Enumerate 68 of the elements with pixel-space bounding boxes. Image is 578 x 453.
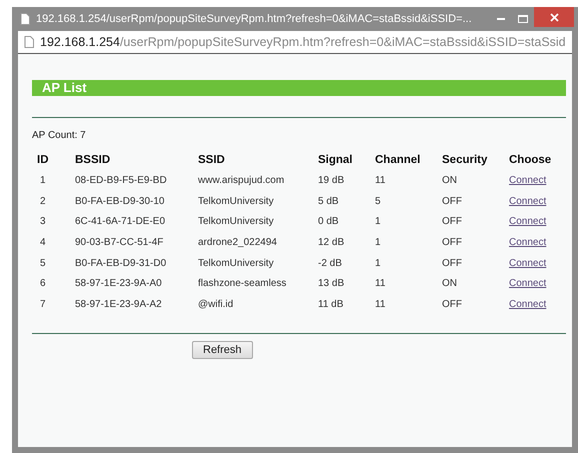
column-header: SSID xyxy=(198,154,225,166)
column-header: Channel xyxy=(375,154,420,166)
table-cell: -2 dB xyxy=(318,258,342,269)
table-cell: 1 xyxy=(375,258,381,269)
table-cell: 19 dB xyxy=(318,174,344,186)
address-bar[interactable]: 192.168.1.254/userRpm/popupSiteSurveyRpm.htm?refresh=0&iMAC=staBssid&iSSID=staSsid xyxy=(18,31,572,54)
table-cell: 58-97-1E-23-9A-A0 xyxy=(75,278,162,290)
table-cell: B0-FA-EB-D9-30-10 xyxy=(75,196,164,207)
table-cell: 13 dB xyxy=(318,278,344,290)
table-cell: OFF xyxy=(442,298,462,310)
table-cell: TelkomUniversity xyxy=(198,216,274,228)
connect-link[interactable]: Connect xyxy=(509,216,546,228)
table-cell: ON xyxy=(442,174,457,186)
table-cell: 1 xyxy=(375,236,381,248)
table-cell: 90-03-B7-CC-51-4F xyxy=(75,236,164,248)
connect-link[interactable]: Connect xyxy=(509,298,546,310)
close-icon xyxy=(550,12,558,22)
connect-link[interactable]: Connect xyxy=(509,278,546,290)
connect-link[interactable]: Connect xyxy=(509,174,546,186)
table-cell: 7 xyxy=(40,298,46,310)
table-cell: 3 xyxy=(40,216,46,228)
page-icon xyxy=(20,13,30,25)
column-header: Security xyxy=(442,154,488,166)
table-cell: 11 dB xyxy=(318,298,344,310)
close-button[interactable] xyxy=(534,7,574,27)
table-cell: 1 xyxy=(375,216,381,228)
table-cell: 11 xyxy=(375,174,386,186)
table-cell: 11 xyxy=(375,298,386,310)
ap-count: AP Count: 7 xyxy=(32,129,86,143)
table-cell: 4 xyxy=(40,236,46,248)
window-title: 192.168.1.254/userRpm/popupSiteSurveyRpm.htm?refresh=0&iMAC=staBssid&iSSID=... xyxy=(36,12,472,27)
column-header: Signal xyxy=(318,154,353,166)
table-cell: 5 xyxy=(40,258,46,269)
table-cell: ON xyxy=(442,278,457,290)
refresh-button[interactable]: Refresh xyxy=(192,340,253,359)
connect-link[interactable]: Connect xyxy=(509,196,546,207)
column-header: Choose xyxy=(509,154,552,166)
connect-link[interactable]: Connect xyxy=(509,258,546,269)
minimize-icon xyxy=(497,18,505,20)
table-cell: OFF xyxy=(442,216,462,228)
table-cell: 5 dB xyxy=(318,196,339,207)
table-cell: B0-FA-EB-D9-31-D0 xyxy=(75,258,166,269)
page-icon xyxy=(24,36,34,48)
table-cell: flashzone-seamless xyxy=(198,278,286,290)
table-cell: TelkomUniversity xyxy=(198,196,274,207)
table-cell: 2 xyxy=(40,196,46,207)
table-cell: 1 xyxy=(40,174,46,186)
table-cell: ardrone2_022494 xyxy=(198,236,277,248)
table-cell: www.arispujud.com xyxy=(198,174,284,186)
maximize-icon xyxy=(518,15,528,23)
table-cell: OFF xyxy=(442,236,462,248)
connect-link[interactable]: Connect xyxy=(509,236,546,248)
table-cell: TelkomUniversity xyxy=(198,258,274,269)
column-header: BSSID xyxy=(75,154,110,166)
table-cell: 11 xyxy=(375,278,386,290)
table-cell: 0 dB xyxy=(318,216,339,228)
table-cell: 12 dB xyxy=(318,236,344,248)
table-cell: OFF xyxy=(442,258,462,269)
table-cell: @wifi.id xyxy=(198,298,234,310)
table-cell: 58-97-1E-23-9A-A2 xyxy=(75,298,162,310)
address-text: 192.168.1.254/userRpm/popupSiteSurveyRpm.htm?refresh=0&iMAC=staBssid&iSSID=staSsid xyxy=(40,34,566,51)
column-header: ID xyxy=(37,154,48,166)
section-title: AP List xyxy=(42,79,87,98)
table-cell: 6 xyxy=(40,278,46,290)
table-cell: 5 xyxy=(375,196,381,207)
table-cell: 08-ED-B9-F5-E9-BD xyxy=(75,174,167,186)
table-cell: OFF xyxy=(442,196,462,207)
table-cell: 6C-41-6A-71-DE-E0 xyxy=(75,216,166,228)
